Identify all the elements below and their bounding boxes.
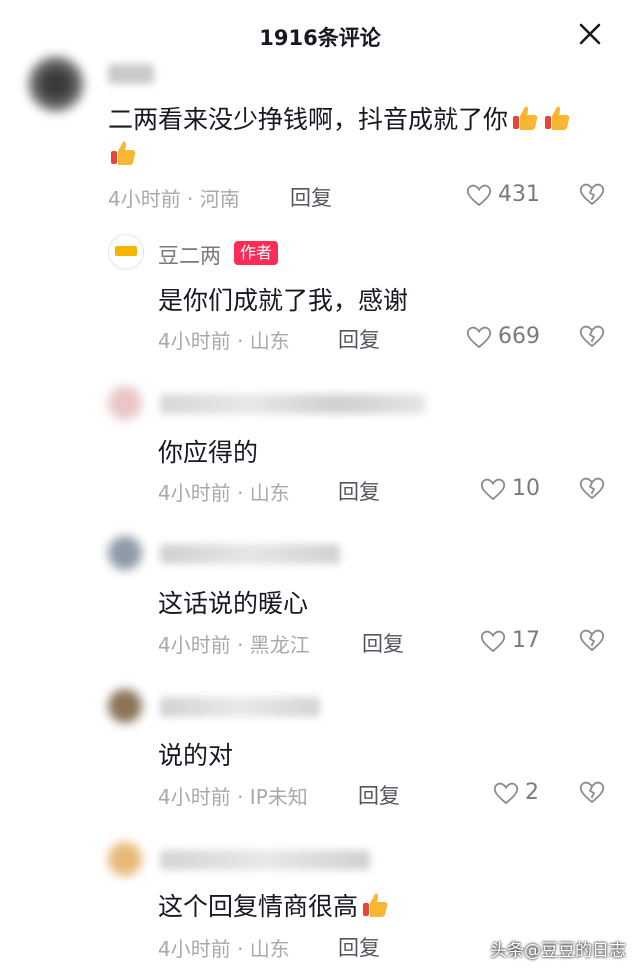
reply-button[interactable]: 回复 xyxy=(338,476,380,506)
reply-button[interactable]: 回复 xyxy=(338,932,380,962)
comment-meta: 4小时前 · 山东 xyxy=(158,329,290,353)
comment-text: 是你们成就了我，感谢 xyxy=(158,286,409,315)
username-blurred[interactable] xyxy=(160,697,320,717)
thumbs-up-emoji-icon xyxy=(545,106,570,130)
heart-icon xyxy=(466,184,492,206)
avatar[interactable] xyxy=(108,689,142,723)
comment-count-title: 1916条评论 xyxy=(259,26,381,50)
comment-text: 说的对 xyxy=(158,741,234,770)
author-name[interactable]: 豆二两 xyxy=(158,240,221,270)
reply-button[interactable]: 回复 xyxy=(358,780,400,810)
like-count: 669 xyxy=(498,324,540,349)
like-count: 10 xyxy=(512,476,540,501)
broken-heart-icon[interactable] xyxy=(579,628,605,652)
heart-icon xyxy=(480,478,506,500)
comment-meta: 4小时前 · 山东 xyxy=(158,937,290,961)
close-icon[interactable] xyxy=(578,22,602,46)
username-blurred[interactable] xyxy=(160,544,340,564)
thumbs-up-emoji-icon xyxy=(363,893,388,917)
comment-meta: 4小时前 · IP未知 xyxy=(158,785,308,809)
like-button[interactable]: 10 xyxy=(480,476,540,501)
watermark: 头条@豆豆的日志 xyxy=(490,941,626,961)
broken-heart-icon[interactable] xyxy=(579,324,605,348)
comment-text-content: 这个回复情商很高 xyxy=(158,892,359,921)
avatar[interactable] xyxy=(108,536,142,570)
heart-icon xyxy=(493,782,519,804)
like-count: 2 xyxy=(525,780,539,805)
broken-heart-icon[interactable] xyxy=(579,780,605,804)
comment-meta: 4小时前 · 黑龙江 xyxy=(158,633,310,657)
comment-meta: 4小时前 · 河南 xyxy=(108,187,240,211)
comment-text: 二两看来没少挣钱啊，抖音成就了你 xyxy=(108,100,572,136)
heart-icon xyxy=(480,630,506,652)
broken-heart-icon[interactable] xyxy=(579,476,605,500)
username-blurred[interactable] xyxy=(160,850,370,870)
comment-text-content: 二两看来没少挣钱啊，抖音成就了你 xyxy=(108,105,509,134)
like-count: 431 xyxy=(498,182,540,207)
avatar[interactable] xyxy=(28,56,84,112)
author-badge: 作者 xyxy=(234,241,279,265)
reply-button[interactable]: 回复 xyxy=(362,628,404,658)
author-avatar[interactable] xyxy=(108,234,144,270)
thumbs-up-emoji-icon xyxy=(513,106,538,130)
avatar[interactable] xyxy=(108,386,142,420)
like-button[interactable]: 431 xyxy=(466,182,540,207)
thumbs-up-emoji-icon xyxy=(111,141,136,165)
reply-button[interactable]: 回复 xyxy=(338,324,380,354)
comments-header: 1916条评论 xyxy=(0,0,640,72)
comment-text: 这话说的暖心 xyxy=(158,589,309,618)
like-button[interactable]: 2 xyxy=(493,780,539,805)
comment-text: 你应得的 xyxy=(158,438,259,467)
heart-icon xyxy=(466,326,492,348)
username-blurred[interactable] xyxy=(108,64,154,84)
like-button[interactable]: 669 xyxy=(466,324,540,349)
like-count: 17 xyxy=(512,628,540,653)
comment-text: 这个回复情商很高 xyxy=(158,887,390,923)
like-button[interactable]: 17 xyxy=(480,628,540,653)
username-blurred[interactable] xyxy=(160,394,425,414)
reply-button[interactable]: 回复 xyxy=(290,182,332,212)
comment-meta: 4小时前 · 山东 xyxy=(158,481,290,505)
broken-heart-icon[interactable] xyxy=(579,182,605,206)
avatar[interactable] xyxy=(108,842,142,876)
